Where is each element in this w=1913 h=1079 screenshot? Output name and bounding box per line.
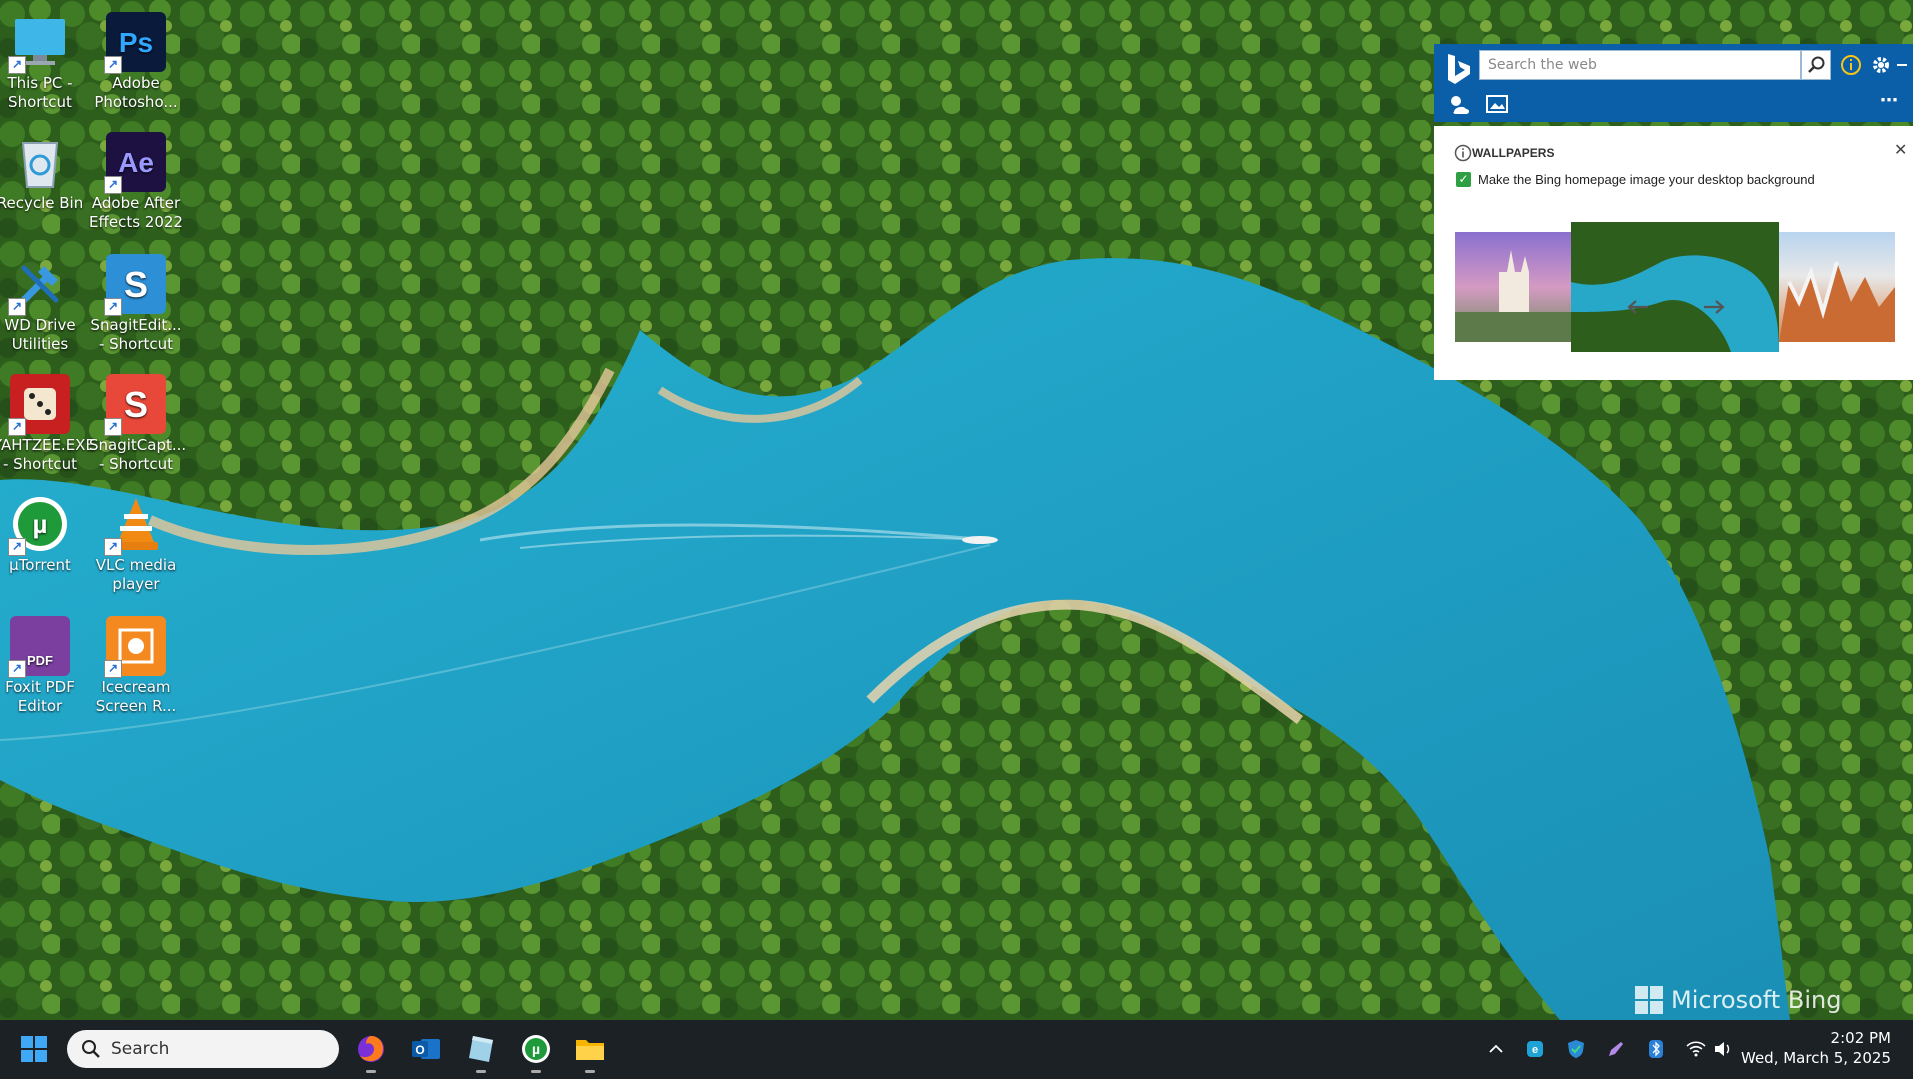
pen-icon[interactable] xyxy=(1605,1038,1627,1060)
arrow-right-icon[interactable] xyxy=(1703,296,1725,321)
vlc-cone-icon: ↗ xyxy=(104,494,166,556)
arrow-left-icon[interactable] xyxy=(1627,296,1649,321)
desktop-icon-label: Adobe After Effects 2022 xyxy=(89,194,183,231)
security-shield-icon[interactable] xyxy=(1565,1038,1587,1060)
svg-text:µ: µ xyxy=(33,509,48,539)
desktop-icon-label: YAHTZEE.EXE - Shortcut xyxy=(0,436,95,473)
adobe-after-effects-shortcut[interactable]: Ae ↗ Adobe After Effects 2022 xyxy=(89,132,183,232)
desktop-icon-label: VLC media player xyxy=(95,556,177,593)
desktop-icon-label: SnagitEdit... - Shortcut xyxy=(90,316,182,353)
icecream-recorder-icon: ↗ xyxy=(104,616,166,678)
desktop-icon-label: Icecream Screen R... xyxy=(95,678,177,715)
taskbar: Search O µ e 2:02 PM Wed, March 5, 2025 xyxy=(0,1020,1913,1079)
wallpapers-card: WALLPAPERS ✕ ✓ Make the Bing homepage im… xyxy=(1434,126,1913,380)
search-icon xyxy=(82,1040,100,1058)
wifi-icon[interactable] xyxy=(1685,1038,1707,1060)
clock-date: Wed, March 5, 2025 xyxy=(1741,1049,1891,1067)
wallpaper-thumbnails xyxy=(1455,222,1895,356)
info-icon xyxy=(1454,144,1472,166)
snagit-capture-icon: S ↗ xyxy=(104,374,166,436)
thumbnail-canyon[interactable] xyxy=(1779,232,1895,342)
desktop-icon-label: WD Drive Utilities xyxy=(4,316,76,353)
microsoft-logo-icon xyxy=(1635,986,1663,1014)
weather-icon[interactable] xyxy=(1446,92,1472,116)
bing-watermark: Microsoft Bing xyxy=(1635,986,1841,1014)
speaker-icon[interactable] xyxy=(1712,1038,1734,1060)
desktop-icon-label: Foxit PDF Editor xyxy=(5,678,75,715)
monitor-icon: ↗ xyxy=(8,12,70,74)
foxit-pdf-icon: PDF ↗ xyxy=(8,616,70,678)
bluetooth-icon[interactable] xyxy=(1645,1038,1667,1060)
start-button[interactable] xyxy=(18,1033,50,1065)
thumbnail-cathedral[interactable] xyxy=(1455,232,1571,342)
svg-text:e: e xyxy=(1532,1044,1538,1056)
utorrent-taskbar-icon[interactable]: µ xyxy=(520,1033,552,1065)
svg-text:µ: µ xyxy=(532,1041,540,1057)
wd-drive-utilities-shortcut[interactable]: ↗ WD Drive Utilities xyxy=(0,254,87,354)
running-indicator xyxy=(366,1070,376,1073)
more-icon[interactable]: ⋯ xyxy=(1880,90,1898,111)
utorrent-shortcut[interactable]: µ ↗ µTorrent xyxy=(0,494,87,575)
recycle-bin[interactable]: Recycle Bin xyxy=(0,132,87,213)
running-indicator xyxy=(585,1070,595,1073)
desktop-icon-label: Recycle Bin xyxy=(0,194,84,212)
bing-toolbar: Search the web ⋯ xyxy=(1434,44,1913,122)
snagit-capture-shortcut[interactable]: S ↗ SnagitCapt... - Shortcut xyxy=(89,374,187,474)
notepad-icon[interactable] xyxy=(465,1033,497,1065)
edge-app-icon[interactable]: e xyxy=(1524,1038,1546,1060)
adobe-photoshop-shortcut[interactable]: Ps ↗ Adobe Photosho... xyxy=(89,12,183,112)
bing-logo-icon[interactable] xyxy=(1446,52,1472,86)
bing-search-input[interactable]: Search the web xyxy=(1479,50,1801,80)
tools-icon: ↗ xyxy=(8,254,70,316)
minimize-icon[interactable] xyxy=(1892,50,1912,80)
checkbox-label: Make the Bing homepage image your deskto… xyxy=(1478,172,1815,187)
svg-text:O: O xyxy=(415,1043,424,1057)
outlook-icon[interactable]: O xyxy=(410,1033,442,1065)
chevron-up-icon[interactable] xyxy=(1485,1038,1507,1060)
set-wallpaper-checkbox[interactable]: ✓ Make the Bing homepage image your desk… xyxy=(1456,172,1815,187)
bing-wallpaper-panel: Search the web ⋯ WALLPAPERS ✕ ✓ Make the… xyxy=(1434,44,1913,380)
utorrent-icon: µ ↗ xyxy=(8,494,70,556)
watermark-text: Microsoft Bing xyxy=(1671,986,1842,1014)
taskbar-search-box[interactable]: Search xyxy=(67,1030,339,1068)
firefox-icon[interactable] xyxy=(355,1033,387,1065)
close-icon[interactable]: ✕ xyxy=(1894,140,1907,159)
taskbar-search-label: Search xyxy=(111,1039,170,1059)
foxit-pdf-shortcut[interactable]: PDF ↗ Foxit PDF Editor xyxy=(0,616,87,716)
image-icon[interactable] xyxy=(1486,94,1508,114)
wallpapers-title: WALLPAPERS xyxy=(1472,146,1555,160)
clock-time: 2:02 PM xyxy=(1830,1029,1891,1047)
icecream-screen-recorder-shortcut[interactable]: ↗ Icecream Screen R... xyxy=(89,616,183,716)
bing-toolbar-row: ⋯ xyxy=(1434,86,1913,122)
dice-icon: ↗ xyxy=(8,374,70,436)
snagit-editor-shortcut[interactable]: S ↗ SnagitEdit... - Shortcut xyxy=(89,254,183,354)
this-pc-shortcut[interactable]: ↗ This PC - Shortcut xyxy=(0,12,87,112)
checkbox-checked-icon[interactable]: ✓ xyxy=(1456,172,1471,187)
desktop-icon-label: Adobe Photosho... xyxy=(94,74,178,111)
desktop-icon-label: SnagitCapt... - Shortcut xyxy=(89,436,187,473)
info-icon[interactable] xyxy=(1836,50,1866,80)
thumbnail-lake-selected[interactable] xyxy=(1571,222,1779,352)
yahtzee-shortcut[interactable]: ↗ YAHTZEE.EXE - Shortcut xyxy=(0,374,95,474)
running-indicator xyxy=(476,1070,486,1073)
snagit-editor-icon: S ↗ xyxy=(104,254,166,316)
search-icon[interactable] xyxy=(1801,50,1831,80)
taskbar-clock[interactable]: 2:02 PM Wed, March 5, 2025 xyxy=(1741,1028,1891,1068)
after-effects-icon: Ae ↗ xyxy=(104,132,166,194)
recycle-bin-icon xyxy=(10,132,70,192)
photoshop-icon: Ps ↗ xyxy=(104,12,166,74)
desktop-icon-label: This PC - Shortcut xyxy=(7,74,73,111)
running-indicator xyxy=(531,1070,541,1073)
file-explorer-icon[interactable] xyxy=(574,1033,606,1065)
vlc-shortcut[interactable]: ↗ VLC media player xyxy=(89,494,183,594)
desktop-icon-label: µTorrent xyxy=(9,556,71,574)
